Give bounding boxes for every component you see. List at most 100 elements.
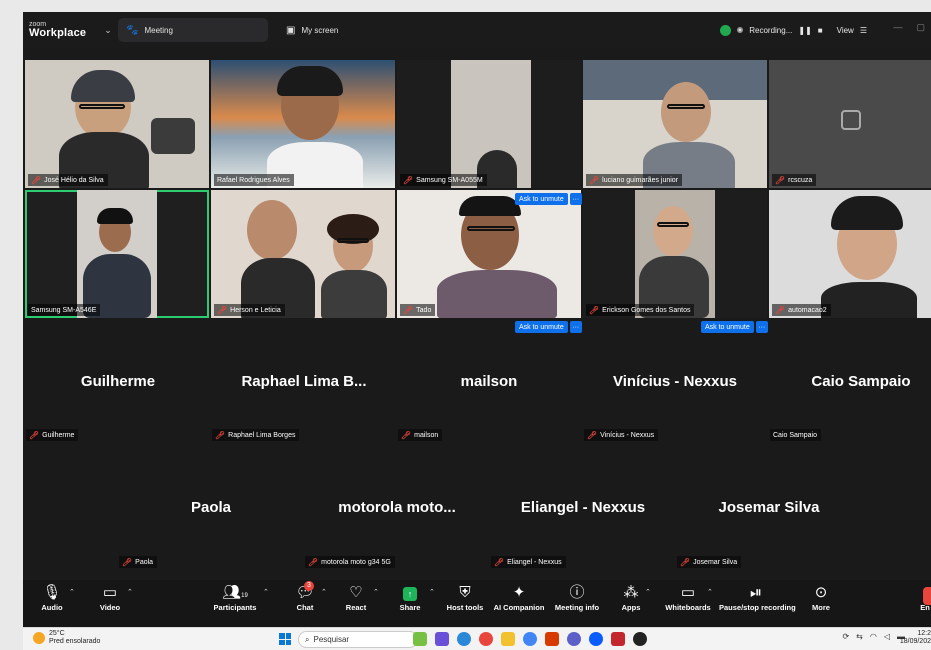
participant-display-name: Josemar Silva (718, 499, 820, 516)
app-icon[interactable] (479, 632, 493, 646)
ai-companion-button[interactable]: ✦ AI Companion (493, 583, 545, 612)
title-bar: zoom Workplace ⌄ 🐾 Meeting ▣ My screen R… (23, 12, 931, 48)
app-icon[interactable] (611, 632, 625, 646)
video-tile[interactable]: 🎤︎ automacao2 (769, 190, 931, 318)
chevron-up-icon[interactable]: ⌃ (263, 588, 269, 596)
weather-widget[interactable]: 25°C Pred ensolarado (33, 630, 100, 645)
video-tile[interactable]: 🎤︎ luciano guimarães junior (583, 60, 767, 188)
paw-icon: 🐾 (126, 24, 139, 36)
stop-icon[interactable]: ■ (818, 26, 823, 35)
record-icon (737, 27, 744, 33)
video-tile[interactable]: 🎤︎ José Hélio da Silva (25, 60, 209, 188)
participants-icon: 👥︎19 (222, 584, 248, 601)
chevron-up-icon[interactable]: ⌃ (373, 588, 379, 596)
chevron-up-icon[interactable]: ⌃ (321, 588, 327, 596)
view-button[interactable]: View (837, 26, 854, 35)
mic-off-icon: 🎤︎ (217, 305, 228, 315)
chevron-down-icon[interactable]: ⌄ (104, 25, 112, 36)
maximize-icon[interactable]: ▢ (916, 22, 925, 33)
ask-to-unmute-button[interactable]: Ask to unmute (515, 193, 568, 205)
chat-button[interactable]: 💬︎ Chat 3 ⌃ (291, 581, 327, 612)
office-icon[interactable] (545, 632, 559, 646)
screen-icon: ▣ (286, 24, 296, 36)
participant-nametag: Caio Sampaio (770, 429, 821, 441)
settings-icon[interactable] (567, 632, 581, 646)
windows-start-icon[interactable] (279, 633, 291, 645)
participants-button[interactable]: 👥︎19 Participants ⌃ (211, 583, 269, 612)
chrome-icon[interactable] (523, 632, 537, 646)
app-icon[interactable] (633, 632, 647, 646)
menu-icon[interactable]: ☰ (860, 26, 867, 35)
whiteboards-button[interactable]: ▭ Whiteboards ⌃ (663, 583, 713, 612)
end-button[interactable]: En (919, 583, 931, 612)
react-button[interactable]: ♡ React ⌃ (341, 583, 379, 612)
participant-nametag: 🎤︎ Raphael Lima Borges (212, 429, 300, 441)
chevron-up-icon[interactable]: ⌃ (69, 588, 75, 596)
more-button[interactable]: ⊙ More (809, 583, 833, 612)
participant-nametag: 🎤︎ José Hélio da Silva (28, 174, 108, 186)
network-icon[interactable]: ⇆ (856, 632, 863, 641)
participant-nametag: 🎤︎ Erickson Gomes dos Santos (586, 304, 695, 316)
volume-icon[interactable]: ◁ (884, 632, 890, 641)
ask-to-unmute[interactable]: Ask to unmute ··· (515, 321, 582, 333)
mic-off-icon: 🎤︎ (401, 430, 412, 440)
participant-nametag: 🎤︎ Samsung SM-A055M (400, 174, 487, 186)
apps-button[interactable]: ⁂ Apps ⌃ (619, 583, 651, 612)
video-tile[interactable]: Rafael Rodrigues Alves (211, 60, 395, 188)
ask-to-unmute-button[interactable]: Ask to unmute (515, 321, 568, 333)
host-tools-button[interactable]: ⛨ Host tools (445, 583, 485, 612)
app-icon[interactable] (413, 632, 427, 646)
ask-to-unmute[interactable]: Ask to unmute ··· (515, 193, 582, 205)
video-tile[interactable]: 🎤︎ Erickson Gomes dos Santos (583, 190, 767, 318)
ask-to-unmute-button[interactable]: Ask to unmute (701, 321, 754, 333)
video-tile[interactable]: 🎤︎ Herson e Leticia (211, 190, 395, 318)
mic-off-icon: 🎤︎ (680, 557, 691, 567)
shield-icon: ⛨ (459, 584, 471, 601)
more-options-button[interactable]: ··· (755, 321, 768, 333)
participant-nametag: 🎤︎ Josemar Silva (677, 556, 742, 568)
participant-video (437, 196, 557, 318)
mic-off-icon: 🎤︎ (587, 430, 598, 440)
video-tile[interactable]: 🎤︎ rcscuza (769, 60, 931, 188)
sync-icon[interactable]: ⟳ (842, 632, 849, 641)
participant-nametag: 🎤︎ rcscuza (772, 174, 817, 186)
chevron-up-icon[interactable]: ⌃ (429, 588, 435, 596)
tab-meeting[interactable]: 🐾 Meeting (118, 18, 268, 42)
participant-nametag: 🎤︎ Tado (400, 304, 436, 316)
participant-display-name: Raphael Lima B... (241, 373, 367, 390)
taskbar-search[interactable]: ⌕ Pesquisar (298, 631, 418, 648)
video-button[interactable]: ▭ Video ⌃ (95, 583, 133, 612)
share-button[interactable]: ↑ Share ⌃ (395, 583, 435, 612)
more-options-button[interactable]: ··· (569, 321, 582, 333)
app-icon[interactable] (435, 632, 449, 646)
wifi-icon[interactable]: ◠ (870, 632, 877, 641)
system-tray: ⟳ ⇆ ◠ ◁ ▬ (842, 632, 905, 641)
minimize-icon[interactable]: — (893, 22, 902, 33)
zoom-icon[interactable] (589, 632, 603, 646)
mic-off-icon: 🎤︎ (215, 430, 226, 440)
windows-taskbar: 25°C Pred ensolarado ⌕ Pesquisar ⟳ ⇆ ◠ ◁ ▬… (23, 627, 931, 650)
meeting-info-button[interactable]: ⓘ Meeting info (553, 583, 601, 612)
more-options-button[interactable]: ··· (569, 193, 582, 205)
tab-my-screen[interactable]: ▣ My screen (278, 18, 398, 42)
zoom-window: zoom Workplace ⌄ 🐾 Meeting ▣ My screen R… (23, 12, 931, 627)
chevron-up-icon[interactable]: ⌃ (127, 588, 133, 596)
chevron-up-icon[interactable]: ⌃ (645, 588, 651, 596)
folder-icon[interactable] (501, 632, 515, 646)
pause-stop-recording-button[interactable]: ⏯︎ Pause/stop recording (719, 583, 796, 612)
video-tile-active-speaker[interactable]: Samsung SM-A546E (25, 190, 209, 318)
share-icon: ↑ (403, 587, 417, 601)
participant-nametag: 🎤︎ luciano guimarães junior (586, 174, 683, 186)
ask-to-unmute[interactable]: Ask to unmute ··· (701, 321, 768, 333)
pause-icon[interactable]: ❚❚ (798, 26, 811, 35)
audio-button[interactable]: 🎙︎ Audio ⌃ (37, 583, 75, 612)
video-tile[interactable]: 🎤︎ Samsung SM-A055M (397, 60, 581, 188)
system-clock[interactable]: 12:2 18/09/202 (900, 630, 931, 647)
participant-display-name: Caio Sampaio (811, 373, 911, 390)
more-icon: ⊙ (814, 584, 828, 601)
video-tile[interactable]: 🎤︎ Tado (397, 190, 581, 318)
participant-video (267, 66, 363, 188)
participant-video (55, 70, 195, 188)
chevron-up-icon[interactable]: ⌃ (707, 588, 713, 596)
edge-icon[interactable] (457, 632, 471, 646)
